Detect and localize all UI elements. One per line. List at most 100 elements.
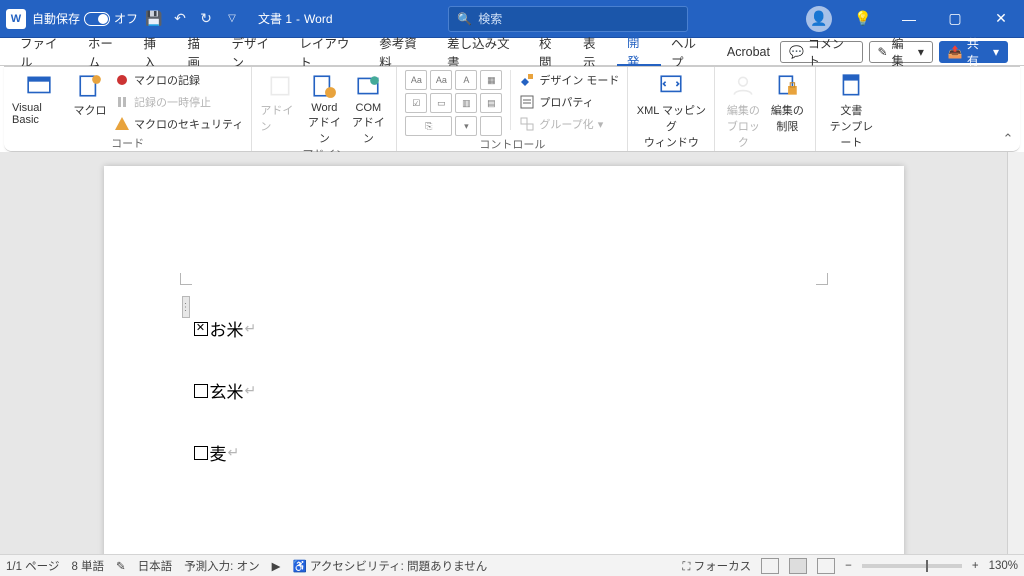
close-button[interactable]: ✕ (978, 0, 1024, 38)
print-layout-button[interactable] (789, 558, 807, 574)
collapse-ribbon-button[interactable]: ⌃ (996, 67, 1020, 151)
tab-参考資料[interactable]: 参考資料 (369, 38, 437, 66)
xml-mapping-button[interactable]: XML マッピング ウィンドウ (636, 70, 706, 150)
document-line[interactable]: 麦↵ (194, 440, 240, 465)
word-addins-button[interactable]: Word アドイン (304, 70, 344, 146)
checkbox-content-control[interactable] (194, 446, 208, 460)
tab-Acrobat[interactable]: Acrobat (717, 38, 780, 66)
tell-me-icon[interactable]: 💡 (840, 0, 886, 38)
tab-ヘルプ[interactable]: ヘルプ (661, 38, 717, 66)
tab-校閲[interactable]: 校閲 (529, 38, 573, 66)
block-authors-button: 編集の ブロック (723, 70, 763, 150)
addins-button: アドイン (260, 70, 300, 134)
document-workspace: ✕お米↵玄米↵麦↵ (0, 152, 1024, 554)
web-layout-button[interactable] (817, 558, 835, 574)
document-line[interactable]: ✕お米↵ (194, 316, 257, 341)
word-count[interactable]: 8 単語 (71, 558, 104, 574)
group-icon (519, 116, 535, 132)
tab-差し込み文書[interactable]: 差し込み文書 (437, 38, 529, 66)
design-mode-icon (519, 72, 535, 88)
content-control-handle[interactable] (182, 296, 190, 318)
status-bar: 1/1 ページ 8 単語 ✎ 日本語 予測入力: オン ▶ ♿ アクセシビリティ… (0, 554, 1024, 576)
line-text: 玄米 (210, 378, 244, 403)
ime-status[interactable]: 予測入力: オン (184, 558, 259, 574)
macros-icon (76, 72, 104, 100)
app-name: Word (304, 12, 332, 26)
undo-icon[interactable]: ↶ (170, 9, 190, 29)
account-avatar[interactable]: 👤 (806, 6, 832, 32)
group-mapping: XML マッピング ウィンドウ マッピング (628, 67, 715, 151)
document-template-button[interactable]: 文書 テンプレート (824, 70, 878, 150)
control-gallery[interactable]: AaAaA▦ ☑▭▥▤ ⎘▾ (405, 70, 502, 136)
tab-ファイル[interactable]: ファイル (10, 38, 78, 66)
save-icon[interactable]: 💾 (144, 9, 164, 29)
tab-表示[interactable]: 表示 (573, 38, 617, 66)
accessibility-status[interactable]: ♿ アクセシビリティ: 問題ありません (292, 558, 487, 574)
paragraph-mark-icon: ↵ (245, 382, 257, 399)
minimize-button[interactable]: — (886, 0, 932, 38)
checkbox-content-control[interactable]: ✕ (194, 322, 208, 336)
qat-customize-icon[interactable]: ▽ (222, 9, 242, 29)
line-text: お米 (210, 316, 244, 341)
macro-security-button[interactable]: マクロのセキュリティ (114, 114, 243, 134)
record-macro-button[interactable]: マクロの記録 (114, 70, 243, 90)
group-code: Visual Basic マクロ マクロの記録 記録の一時停止 マクロのセキュリ… (4, 67, 252, 151)
language-status[interactable]: 日本語 (138, 558, 173, 574)
tab-ホーム[interactable]: ホーム (78, 38, 134, 66)
vertical-scrollbar[interactable] (1007, 152, 1024, 554)
search-placeholder: 検索 (478, 10, 502, 27)
share-button[interactable]: 📤 共有 ▾ (939, 41, 1008, 63)
read-mode-button[interactable] (761, 558, 779, 574)
search-icon: 🔍 (457, 12, 472, 26)
pause-recording-button: 記録の一時停止 (114, 92, 243, 112)
word-app-icon: W (6, 9, 26, 29)
group-addins: アドイン Word アドイン COM アドイン アドイン (252, 67, 397, 151)
ribbon-developer: Visual Basic マクロ マクロの記録 記録の一時停止 マクロのセキュリ… (4, 67, 1020, 151)
macro-status-icon[interactable]: ▶ (272, 559, 281, 573)
page-count[interactable]: 1/1 ページ (6, 558, 59, 574)
autosave-label: 自動保存 (32, 10, 80, 27)
paragraph-mark-icon: ↵ (245, 320, 257, 337)
ribbon-tabs: ファイルホーム挿入描画デザインレイアウト参考資料差し込み文書校閲表示開発ヘルプA… (0, 38, 1024, 66)
macros-button[interactable]: マクロ (70, 70, 110, 118)
zoom-in-button[interactable]: + (972, 560, 979, 572)
line-text: 麦 (210, 440, 227, 465)
zoom-out-button[interactable]: − (845, 560, 852, 572)
warning-icon (114, 116, 130, 132)
comments-button[interactable]: 💬 コメント (780, 41, 863, 63)
design-mode-button[interactable]: デザイン モード (519, 70, 619, 90)
tab-挿入[interactable]: 挿入 (134, 38, 178, 66)
spellcheck-icon[interactable]: ✎ (116, 559, 126, 573)
tab-デザイン[interactable]: デザイン (221, 38, 289, 66)
tab-レイアウト[interactable]: レイアウト (289, 38, 369, 66)
autosave-toggle[interactable]: 自動保存 オフ (32, 10, 138, 27)
lock-icon (773, 72, 801, 100)
document-title: 文書 1 (258, 10, 292, 27)
properties-button[interactable]: プロパティ (519, 92, 619, 112)
paragraph-mark-icon: ↵ (228, 444, 240, 461)
tab-描画[interactable]: 描画 (177, 38, 221, 66)
properties-icon (519, 94, 535, 110)
tab-開発[interactable]: 開発 (617, 38, 661, 66)
autosave-state: オフ (114, 10, 138, 27)
zoom-level[interactable]: 130% (989, 560, 1018, 572)
visual-basic-button[interactable]: Visual Basic (12, 70, 66, 126)
template-icon (837, 72, 865, 100)
redo-icon[interactable]: ↻ (196, 9, 216, 29)
focus-mode-button[interactable]: ⛶ フォーカス (682, 558, 751, 574)
group-protect: 編集の ブロック 編集の 制限 保護 (715, 67, 816, 151)
zoom-slider[interactable] (862, 564, 962, 568)
maximize-button[interactable]: ▢ (932, 0, 978, 38)
vb-icon (25, 72, 53, 100)
pause-icon (114, 94, 130, 110)
toggle-icon (84, 12, 110, 26)
com-addins-button[interactable]: COM アドイン (348, 70, 388, 146)
group-controls: AaAaA▦ ☑▭▥▤ ⎘▾ デザイン モード プロパティ グループ化 ▾ コン… (397, 67, 628, 151)
page[interactable]: ✕お米↵玄米↵麦↵ (104, 166, 904, 554)
restrict-editing-button[interactable]: 編集の 制限 (767, 70, 807, 134)
editing-mode-button[interactable]: ✎ 編集 ▾ (869, 41, 933, 63)
document-line[interactable]: 玄米↵ (194, 378, 257, 403)
checkbox-content-control[interactable] (194, 384, 208, 398)
search-input[interactable]: 🔍 検索 (448, 6, 688, 32)
addin-icon (266, 72, 294, 100)
